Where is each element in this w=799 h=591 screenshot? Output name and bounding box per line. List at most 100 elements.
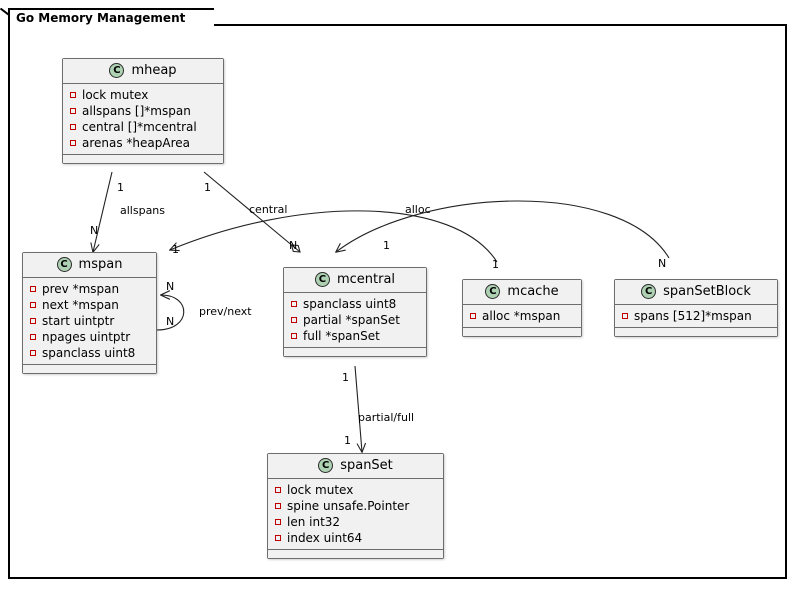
private-field-icon xyxy=(30,334,36,340)
edge-mult-central-to: N xyxy=(289,239,298,252)
private-field-icon xyxy=(30,286,36,292)
class-icon: C xyxy=(318,458,334,473)
private-field-icon xyxy=(470,313,476,319)
class-field: arenas *heapArea xyxy=(70,135,216,151)
edge-mult-spansetblock-from: N xyxy=(658,257,667,270)
class-header-mspan: C mspan xyxy=(23,253,156,278)
class-field-label: len int32 xyxy=(287,515,341,529)
edge-label-alloc: alloc xyxy=(405,203,431,216)
class-field-label: allspans []*mspan xyxy=(82,104,191,118)
class-field-label: lock mutex xyxy=(82,88,149,102)
class-field: len int32 xyxy=(275,514,436,530)
edge-mult-alloc-to: 1 xyxy=(172,243,179,256)
edge-mult-prevnext-from: N xyxy=(166,315,175,328)
class-header-spanSetBlock: C spanSetBlock xyxy=(615,280,777,305)
class-field-label: lock mutex xyxy=(287,483,354,497)
diagram-canvas: Go Memory Management allspans 1 N centra… xyxy=(0,0,799,591)
private-field-icon xyxy=(70,124,76,130)
edge-label-partialfull: partial/full xyxy=(358,411,415,424)
class-node-spanSetBlock[interactable]: C spanSetBlock spans [512]*mspan xyxy=(614,279,778,337)
class-fields-mcentral: spanclass uint8 partial *spanSet full *s… xyxy=(284,293,426,348)
edge-label-allspans: allspans xyxy=(120,204,166,217)
class-title-mcentral: mcentral xyxy=(336,272,396,287)
class-field-label: spanclass uint8 xyxy=(303,297,397,311)
class-field-label: alloc *mspan xyxy=(482,309,561,323)
class-icon: C xyxy=(314,272,330,287)
class-field: npages uintptr xyxy=(30,329,149,345)
class-field: next *mspan xyxy=(30,297,149,313)
edge-mult-alloc-from: 1 xyxy=(492,258,499,271)
class-field: spans [512]*mspan xyxy=(622,308,770,324)
class-field-label: index uint64 xyxy=(287,531,363,545)
private-field-icon xyxy=(70,92,76,98)
class-field: spanclass uint8 xyxy=(291,296,419,312)
private-field-icon xyxy=(70,108,76,114)
class-title-mcache: mcache xyxy=(507,284,559,299)
class-methods-mcache xyxy=(463,328,581,336)
class-title-mheap: mheap xyxy=(131,63,177,78)
edge-mult-allspans-from: 1 xyxy=(117,181,124,194)
private-field-icon xyxy=(30,302,36,308)
class-icon: C xyxy=(56,257,72,272)
class-field: spanclass uint8 xyxy=(30,345,149,361)
class-fields-spanSetBlock: spans [512]*mspan xyxy=(615,305,777,328)
class-header-mcentral: C mcentral xyxy=(284,268,426,293)
class-field-label: full *spanSet xyxy=(303,329,380,343)
class-methods-spanSet xyxy=(268,550,443,558)
class-fields-mcache: alloc *mspan xyxy=(463,305,581,328)
package-title-tab: Go Memory Management xyxy=(8,8,214,26)
private-field-icon xyxy=(275,535,281,541)
edge-mult-partialfull-from: 1 xyxy=(342,371,349,384)
class-fields-spanSet: lock mutex spine unsafe.Pointer len int3… xyxy=(268,479,443,550)
class-node-mspan[interactable]: C mspan prev *mspan next *mspan start ui… xyxy=(22,252,157,374)
class-node-mcentral[interactable]: C mcentral spanclass uint8 partial *span… xyxy=(283,267,427,357)
class-field: alloc *mspan xyxy=(470,308,574,324)
class-field-label: arenas *heapArea xyxy=(82,136,191,150)
class-methods-mheap xyxy=(63,155,223,163)
class-field: full *spanSet xyxy=(291,328,419,344)
edge-label-central: central xyxy=(249,203,288,216)
private-field-icon xyxy=(291,301,297,307)
private-field-icon xyxy=(291,317,297,323)
class-field: lock mutex xyxy=(70,87,216,103)
private-field-icon xyxy=(275,503,281,509)
class-field: partial *spanSet xyxy=(291,312,419,328)
edge-mult-central-from: 1 xyxy=(204,181,211,194)
private-field-icon xyxy=(622,313,628,319)
class-field-label: spine unsafe.Pointer xyxy=(287,499,410,513)
class-header-spanSet: C spanSet xyxy=(268,454,443,479)
class-node-mheap[interactable]: C mheap lock mutex allspans []*mspan cen… xyxy=(62,58,224,164)
class-field: spine unsafe.Pointer xyxy=(275,498,436,514)
class-field: lock mutex xyxy=(275,482,436,498)
class-field: allspans []*mspan xyxy=(70,103,216,119)
class-field-label: start uintptr xyxy=(42,314,115,328)
class-title-spanSetBlock: spanSetBlock xyxy=(663,284,751,299)
private-field-icon xyxy=(275,519,281,525)
edge-mult-allspans-to: N xyxy=(90,224,99,237)
edge-mult-prevnext-to: N xyxy=(166,280,175,293)
class-title-mspan: mspan xyxy=(78,257,123,272)
class-field-label: prev *mspan xyxy=(42,282,120,296)
edge-mult-spansetblock-to: 1 xyxy=(383,239,390,252)
class-field-label: spans [512]*mspan xyxy=(634,309,752,323)
class-methods-mcentral xyxy=(284,348,426,356)
class-field-label: central []*mcentral xyxy=(82,120,197,134)
class-header-mcache: C mcache xyxy=(463,280,581,305)
private-field-icon xyxy=(275,487,281,493)
private-field-icon xyxy=(30,350,36,356)
class-field: start uintptr xyxy=(30,313,149,329)
class-title-spanSet: spanSet xyxy=(340,458,393,473)
private-field-icon xyxy=(291,333,297,339)
edge-mult-partialfull-to: 1 xyxy=(344,434,351,447)
private-field-icon xyxy=(30,318,36,324)
class-node-spanSet[interactable]: C spanSet lock mutex spine unsafe.Pointe… xyxy=(267,453,444,559)
class-icon: C xyxy=(641,284,657,299)
class-field-label: partial *spanSet xyxy=(303,313,400,327)
page-title: Go Memory Management xyxy=(16,11,186,25)
class-field-label: next *mspan xyxy=(42,298,119,312)
class-node-mcache[interactable]: C mcache alloc *mspan xyxy=(462,279,582,337)
class-icon: C xyxy=(109,63,125,78)
class-methods-spanSetBlock xyxy=(615,328,777,336)
class-field: prev *mspan xyxy=(30,281,149,297)
class-field: index uint64 xyxy=(275,530,436,546)
